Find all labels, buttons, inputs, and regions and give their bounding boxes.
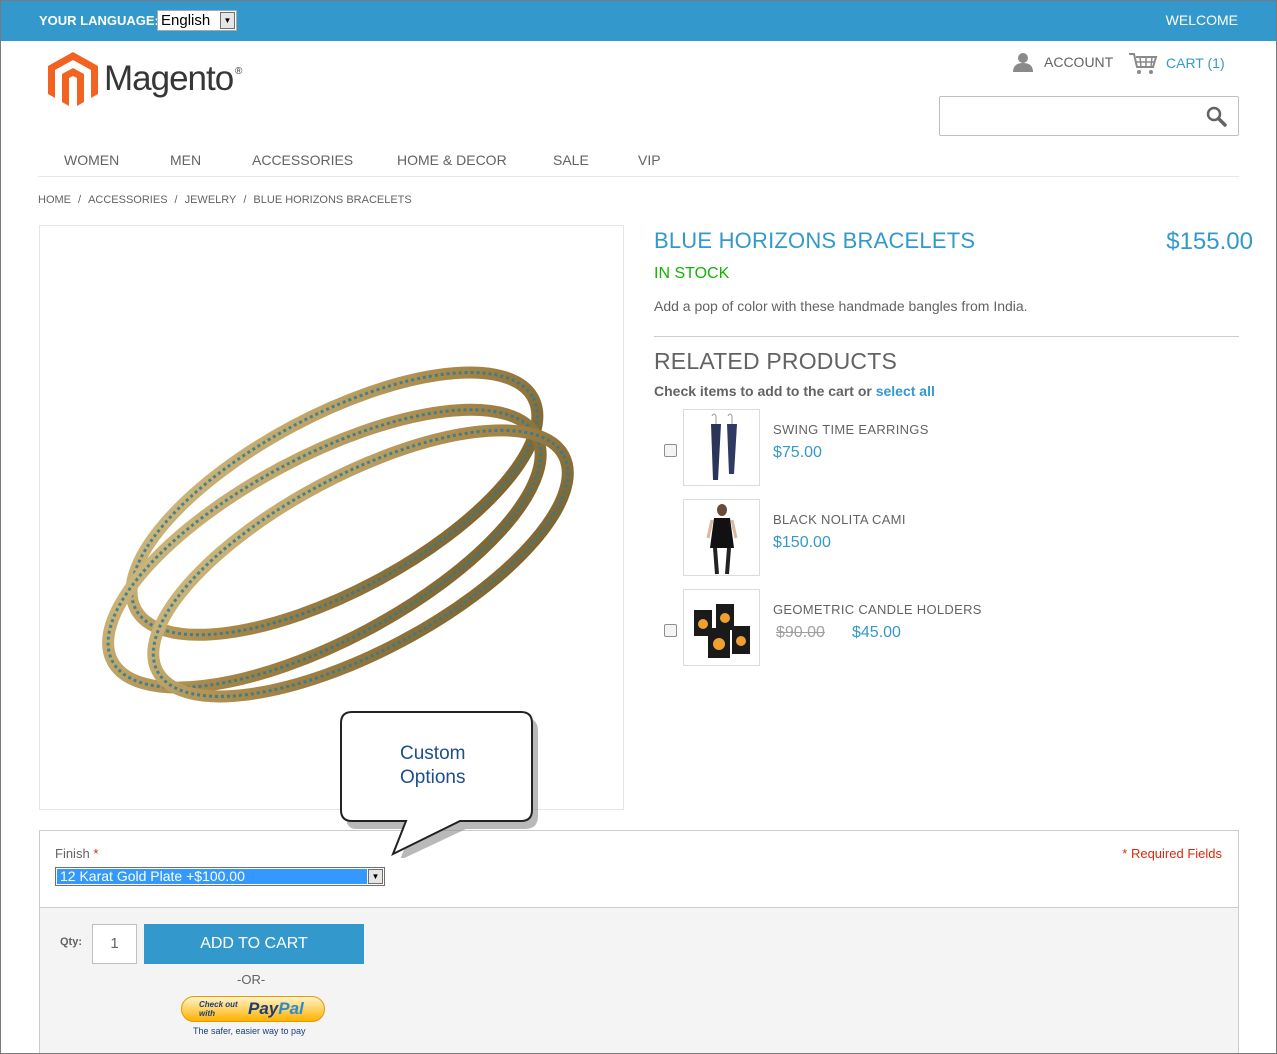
- breadcrumb-jewelry[interactable]: JEWELRY: [185, 194, 237, 206]
- user-icon: [1013, 53, 1033, 72]
- language-label: YOUR LANGUAGE:: [39, 13, 159, 28]
- related-item-old-price: $90.00: [776, 624, 825, 641]
- paypal-logo-pal: Pal: [278, 999, 304, 1018]
- breadcrumb-current: BLUE HORIZONS BRACELETS: [253, 194, 412, 206]
- callout-line: Custom: [400, 743, 466, 764]
- divider: [654, 336, 1239, 337]
- product-description: Add a pop of color with these handmade b…: [654, 298, 1028, 314]
- related-item-special-price: $45.00: [852, 624, 901, 641]
- related-item-checkbox[interactable]: [664, 624, 677, 637]
- top-bar: YOUR LANGUAGE: English ▼ WELCOME: [1, 1, 1276, 41]
- related-item: SWING TIME EARRINGS $75.00: [664, 409, 1224, 487]
- related-item-price: $75.00: [773, 444, 822, 461]
- nav-item-men[interactable]: MEN: [170, 152, 201, 168]
- stock-status: IN STOCK: [654, 265, 730, 282]
- chevron-down-icon: ▼: [220, 12, 235, 29]
- required-fields-note: * Required Fields: [1122, 846, 1222, 861]
- finish-select[interactable]: 12 Karat Gold Plate +$100.00 ▼: [55, 867, 385, 886]
- product-options-box: Finish * 12 Karat Gold Plate +$100.00 ▼ …: [39, 830, 1239, 1054]
- required-mark: *: [93, 846, 99, 861]
- related-item-name[interactable]: SWING TIME EARRINGS: [773, 422, 929, 437]
- cart-link[interactable]: CART (1): [1128, 51, 1225, 75]
- nav-item-home-decor[interactable]: HOME & DECOR: [397, 152, 507, 168]
- related-item: GEOMETRIC CANDLE HOLDERS $90.00 $45.00: [664, 589, 1224, 667]
- callout-line: Options: [400, 767, 466, 788]
- paypal-logo: PayPal: [248, 999, 304, 1019]
- welcome-text: WELCOME: [1165, 12, 1238, 28]
- language-select[interactable]: English ▼: [157, 10, 237, 31]
- cami-image: [706, 504, 738, 575]
- nav-item-accessories[interactable]: ACCESSORIES: [252, 152, 353, 168]
- related-check-text: Check items to add to the cart or select…: [654, 383, 935, 399]
- or-separator: -OR-: [237, 972, 266, 987]
- select-all-link[interactable]: select all: [876, 383, 935, 399]
- related-item: BLACK NOLITA CAMI $150.00: [664, 499, 1224, 577]
- paypal-checkout-button[interactable]: Check out with PayPal The safer, easier …: [181, 996, 326, 1041]
- related-item-name[interactable]: GEOMETRIC CANDLE HOLDERS: [773, 602, 982, 617]
- search-icon[interactable]: [1206, 106, 1228, 128]
- related-item-checkbox[interactable]: [664, 444, 677, 457]
- callout-text: Custom Options: [400, 742, 465, 790]
- finish-select-value: 12 Karat Gold Plate +$100.00: [57, 869, 367, 884]
- search-input[interactable]: [939, 96, 1239, 136]
- qty-label: Qty:: [60, 936, 82, 948]
- breadcrumb-separator: /: [243, 194, 247, 206]
- paypal-tagline: The safer, easier way to pay: [193, 1026, 306, 1036]
- paypal-button-shape: Check out with PayPal: [181, 996, 325, 1022]
- cart-icon: [1129, 53, 1158, 74]
- related-item-thumbnail[interactable]: [683, 499, 760, 576]
- candle-holders-image: [694, 604, 750, 658]
- add-to-cart-box: Qty: 1 ADD TO CART -OR- Check out with P…: [40, 907, 1238, 1053]
- related-check-label: Check items to add to the cart or: [654, 383, 872, 399]
- earrings-image: [711, 413, 737, 480]
- logo-text: Magento: [104, 59, 234, 98]
- account-label: ACCOUNT: [1044, 54, 1114, 70]
- add-to-cart-button[interactable]: ADD TO CART: [144, 924, 364, 964]
- chevron-down-icon: ▼: [368, 869, 383, 884]
- language-select-value: English: [161, 12, 211, 29]
- nav-item-sale[interactable]: SALE: [553, 152, 589, 168]
- related-item-thumbnail[interactable]: [683, 589, 760, 666]
- paypal-logo-pay: Pay: [248, 999, 279, 1018]
- custom-options: Finish * 12 Karat Gold Plate +$100.00 ▼ …: [40, 831, 1238, 907]
- qty-input[interactable]: 1: [92, 924, 137, 964]
- related-item-thumbnail[interactable]: [683, 409, 760, 486]
- related-item-name[interactable]: BLACK NOLITA CAMI: [773, 512, 906, 527]
- breadcrumb: HOME / ACCESSORIES / JEWELRY / BLUE HORIZONS B…: [38, 194, 412, 206]
- related-item-price: $150.00: [773, 534, 831, 551]
- logo-registered-mark: ®: [235, 66, 243, 77]
- finish-label-text: Finish: [55, 846, 90, 861]
- nav-item-vip[interactable]: VIP: [638, 152, 661, 168]
- finish-label: Finish *: [55, 846, 98, 861]
- product-name: BLUE HORIZONS BRACELETS: [654, 228, 976, 253]
- magento-logo-icon: [48, 52, 98, 106]
- product-price: $155.00: [1166, 228, 1253, 255]
- cart-label: CART (1): [1166, 55, 1225, 71]
- breadcrumb-separator: /: [78, 194, 82, 206]
- breadcrumb-accessories[interactable]: ACCESSORIES: [88, 194, 167, 206]
- breadcrumb-separator: /: [174, 194, 178, 206]
- breadcrumb-home[interactable]: HOME: [38, 194, 71, 206]
- related-products-title: RELATED PRODUCTS: [654, 348, 898, 374]
- main-nav: WOMEN MEN ACCESSORIES HOME & DECOR SALE …: [38, 152, 1239, 177]
- paypal-checkout-text: Check out with: [199, 1000, 238, 1018]
- nav-item-women[interactable]: WOMEN: [64, 152, 119, 168]
- account-link[interactable]: ACCOUNT: [1012, 52, 1113, 72]
